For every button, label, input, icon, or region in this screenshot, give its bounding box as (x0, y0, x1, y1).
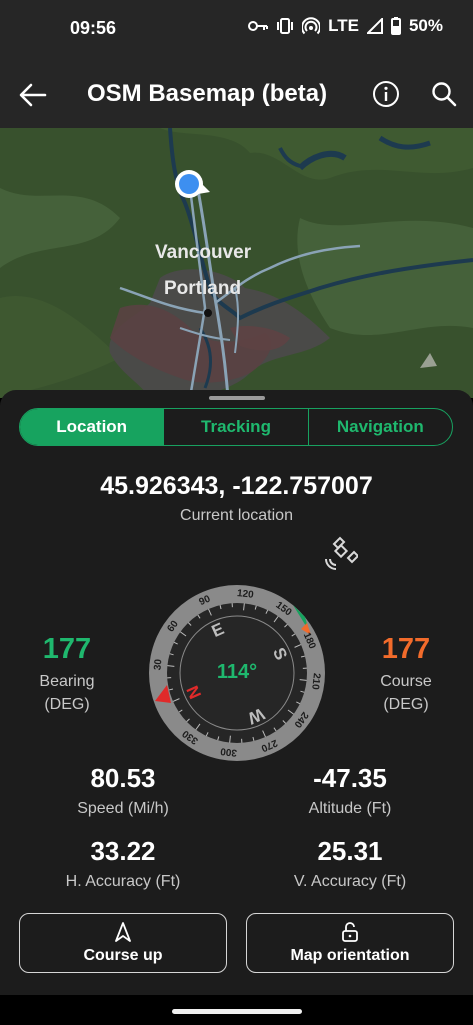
tab-navigation[interactable]: Navigation (309, 409, 452, 445)
speed-label: Speed (Mi/h) (77, 800, 169, 817)
map-orientation-label: Map orientation (290, 947, 410, 964)
compass-dial: 30 60 90 120 150 180 210 240 270 300 330 ESWN 114° (147, 583, 327, 763)
map-label-vancouver: Vancouver (155, 242, 252, 263)
network-type: LTE (328, 16, 359, 35)
search-icon (432, 82, 457, 107)
map-label-portland: Portland (164, 278, 242, 299)
compass-degree-label: 120 (236, 588, 254, 601)
course-label: Course (380, 673, 432, 690)
course-value: 177 (381, 633, 431, 665)
course-up-label: Course up (83, 947, 163, 964)
navigation-arrow-icon (115, 922, 131, 942)
battery-icon (390, 17, 401, 35)
sheet-drag-handle[interactable] (209, 396, 265, 400)
h-accuracy-value: 33.22 (90, 836, 156, 866)
tab-location[interactable]: Location (20, 409, 165, 445)
compass-heading: 114° (216, 661, 258, 683)
vpn-key-icon (248, 19, 269, 33)
map-orientation-button[interactable]: Map orientation (246, 913, 454, 973)
course-up-button[interactable]: Course up (19, 913, 227, 973)
lock-open-icon (342, 922, 358, 942)
status-bar: 09:56 LTE 50% (0, 0, 473, 60)
v-accuracy-value: 25.31 (317, 836, 383, 866)
coordinates-value: 45.926343, -122.757007 (100, 472, 373, 500)
altitude-value: -47.35 (313, 763, 387, 793)
hotspot-icon (302, 17, 321, 35)
course-unit: (DEG) (383, 696, 429, 713)
info-button[interactable] (372, 80, 400, 108)
app-bar: OSM Basemap (beta) (0, 60, 473, 128)
home-indicator[interactable] (172, 1009, 302, 1014)
status-time: 09:56 (70, 18, 117, 38)
status-icons: LTE 50% (248, 16, 443, 36)
search-button[interactable] (430, 80, 458, 108)
map-view[interactable]: Vancouver Portland (0, 128, 473, 398)
bearing-value: 177 (42, 633, 92, 665)
signal-icon (366, 18, 383, 34)
vibrate-icon (276, 18, 294, 34)
h-accuracy-label: H. Accuracy (Ft) (65, 873, 181, 890)
info-icon (373, 81, 399, 107)
bearing-unit: (DEG) (44, 696, 90, 713)
bearing-label: Bearing (39, 673, 95, 690)
satellite-icon (322, 535, 360, 571)
speed-value: 80.53 (90, 763, 156, 793)
altitude-label: Altitude (Ft) (308, 800, 392, 817)
tab-bar: Location Tracking Navigation (19, 408, 453, 446)
compass-degree-label: 300 (219, 745, 237, 758)
tab-tracking[interactable]: Tracking (164, 409, 309, 445)
v-accuracy-label: V. Accuracy (Ft) (293, 873, 407, 890)
battery-level: 50% (408, 16, 443, 35)
info-sheet: Location Tracking Navigation 45.926343, … (0, 390, 473, 995)
coordinates-label: Current location (180, 507, 293, 524)
